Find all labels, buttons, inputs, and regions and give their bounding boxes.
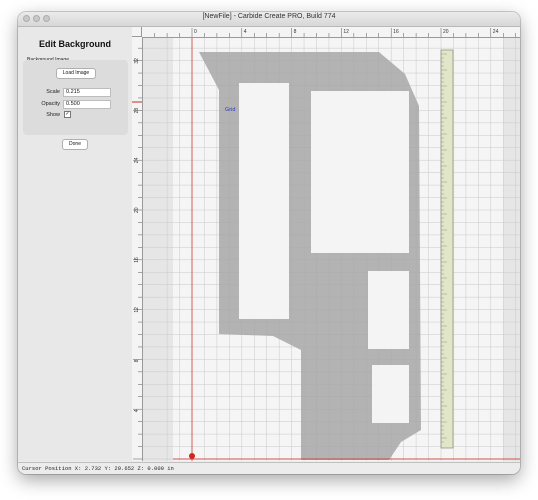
edit-background-panel: Edit Background Background Image Load Im… — [18, 27, 133, 461]
opacity-field[interactable]: 0.500 — [63, 100, 111, 109]
left-ruler-label: 16 — [134, 257, 140, 263]
app-window: [NewFile] - Carbide Create PRO, Build 77… — [18, 12, 520, 474]
left-ruler-label: 4 — [134, 409, 140, 412]
top-ruler-label: 8 — [294, 29, 297, 35]
left-ruler-label: 8 — [134, 359, 140, 362]
left-ruler-label: 24 — [134, 157, 140, 163]
opacity-label: Opacity — [41, 101, 60, 107]
status-bar: Cursor Position X: 2.732 Y: 29.652 Z: 0.… — [18, 462, 520, 474]
panel-title: Edit Background — [38, 39, 111, 49]
background-image-group: Load Image Scale 0.215 Opacity 0.500 Sho… — [23, 60, 128, 135]
pocket-bottom-right[interactable] — [372, 365, 409, 423]
window-title: [NewFile] - Carbide Create PRO, Build 77… — [202, 13, 336, 20]
show-label: Show — [46, 112, 60, 118]
scale-field[interactable]: 0.215 — [63, 88, 111, 97]
left-ruler-label: 32 — [134, 58, 140, 64]
photo-ruler-strip — [440, 49, 454, 449]
origin-marker-icon — [189, 453, 195, 459]
pocket-top-right[interactable] — [311, 91, 409, 253]
left-ruler-label: 28 — [134, 108, 140, 114]
top-ruler-label: 20 — [443, 29, 449, 35]
grid-label: Grid — [225, 107, 235, 113]
left-ruler-label: 20 — [134, 207, 140, 213]
left-ruler-ticks: 32 28 24 20 16 12 8 4 — [132, 47, 142, 460]
scale-label: Scale — [46, 89, 60, 95]
top-ruler-label: 4 — [244, 29, 247, 35]
design-canvas[interactable]: Grid — [143, 38, 520, 461]
top-ruler-ticks: 0 4 8 12 16 20 24 — [154, 28, 516, 37]
top-ruler-label: 12 — [343, 29, 349, 35]
canvas-drawing: Grid — [143, 38, 520, 461]
title-bar: [NewFile] - Carbide Create PRO, Build 77… — [18, 12, 520, 27]
done-button[interactable]: Done — [62, 139, 88, 150]
top-ruler-label: 24 — [493, 29, 499, 35]
left-ruler-label: 12 — [134, 307, 140, 313]
top-ruler-label: 0 — [194, 29, 197, 35]
top-ruler-label: 16 — [393, 29, 399, 35]
pocket-left[interactable] — [239, 83, 289, 319]
left-ruler: 32 28 24 20 16 12 8 4 — [132, 37, 143, 461]
load-image-button[interactable]: Load Image — [56, 68, 96, 79]
top-ruler: 0 4 8 12 16 20 24 — [142, 27, 520, 38]
ruler-corner — [132, 27, 142, 37]
show-checkbox[interactable]: ✓ — [64, 111, 71, 118]
pocket-middle-right[interactable] — [368, 271, 409, 349]
